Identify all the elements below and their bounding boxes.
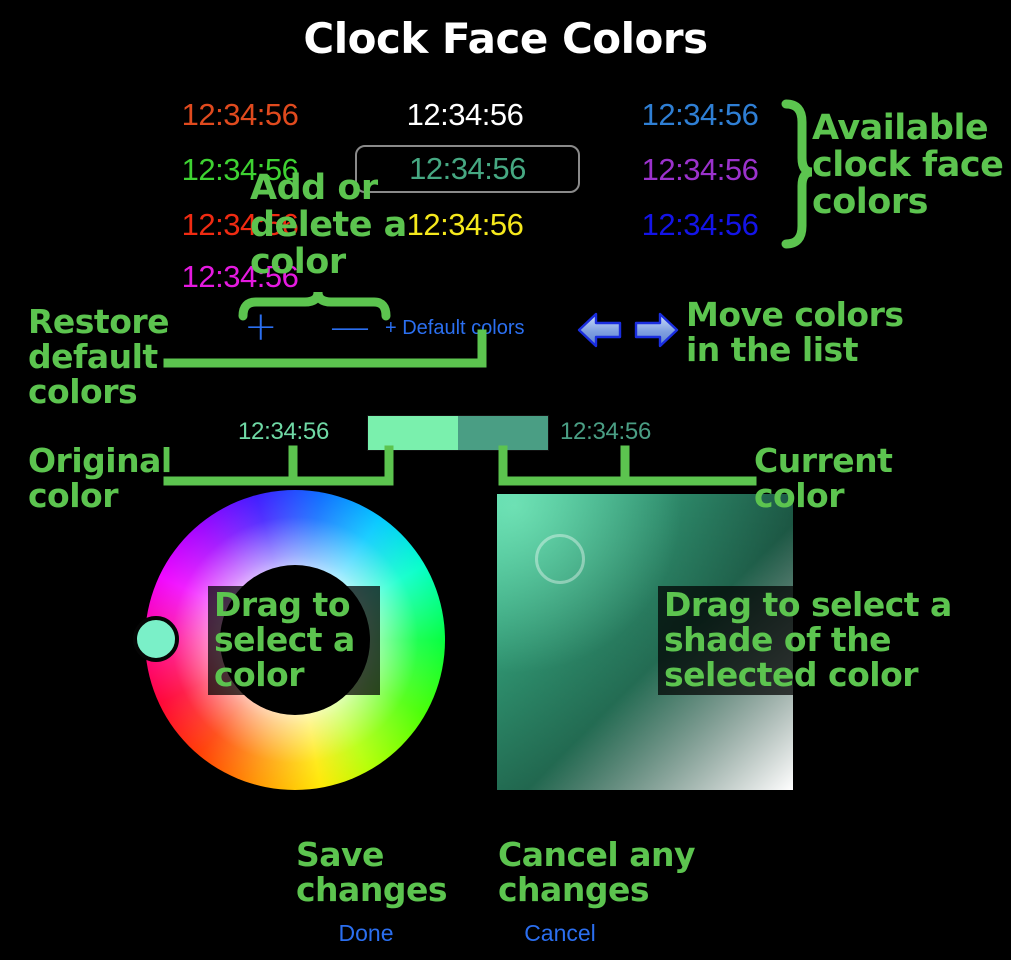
move-arrows-svg [577, 312, 679, 348]
annotation-save-changes: Save changes [296, 835, 447, 909]
color-compare-row: 12:34:56 12:34:56 [160, 415, 720, 451]
color-wheel-selector-knob[interactable] [133, 616, 179, 662]
color-swatch-orange[interactable]: 12:34:56 [140, 92, 340, 138]
color-swatch-purple[interactable]: 12:34:56 [600, 147, 800, 193]
original-color-sample: 12:34:56 [238, 418, 330, 445]
arrow-left-icon[interactable] [577, 312, 622, 348]
clock-sample-text: 12:34:56 [641, 97, 759, 132]
color-swatch-white[interactable]: 12:34:56 [365, 92, 565, 138]
annotation-cancel-changes: Cancel any changes [498, 835, 696, 909]
restore-default-colors-button[interactable]: + Default colors [385, 315, 525, 341]
clock-sample-text: 12:34:56 [181, 97, 299, 132]
annotation-drag-select-color: Drag to select a color [208, 586, 380, 695]
cancel-button[interactable]: Cancel [490, 920, 630, 947]
annotation-available-colors: Available clock face colors [812, 108, 1004, 223]
color-swatch-light-blue[interactable]: 12:34:56 [600, 92, 800, 138]
page-title: Clock Face Colors [303, 14, 708, 63]
color-toolbar: + — + Default colors [230, 305, 560, 353]
annotation-drag-select-shade: Drag to select a shade of the selected c… [658, 586, 960, 695]
annotation-restore-defaults: Restore default colors [28, 302, 170, 411]
annotation-current-color: Current color [754, 441, 893, 515]
clock-sample-text: 12:34:56 [641, 152, 759, 187]
move-color-arrows [576, 305, 680, 355]
current-color-half [458, 416, 548, 450]
color-swatch-blue[interactable]: 12:34:56 [600, 202, 800, 248]
shade-selector-knob[interactable] [535, 534, 585, 584]
leader-current-color [498, 445, 757, 486]
done-button[interactable]: Done [296, 920, 436, 947]
annotation-add-delete-color: Add or delete a color [250, 168, 407, 283]
color-compare-swatch[interactable] [367, 415, 549, 451]
add-color-button[interactable]: + [244, 305, 278, 349]
original-color-half [368, 416, 458, 450]
arrow-right-icon[interactable] [634, 312, 679, 348]
current-color-sample: 12:34:56 [560, 418, 652, 445]
delete-color-button[interactable]: — [330, 305, 370, 349]
clock-sample-text: 12:34:56 [641, 207, 759, 242]
annotation-move-colors: Move colors in the list [686, 295, 904, 369]
clock-sample-text: 12:34:56 [406, 97, 524, 132]
annotation-original-color: Original color [28, 441, 172, 515]
